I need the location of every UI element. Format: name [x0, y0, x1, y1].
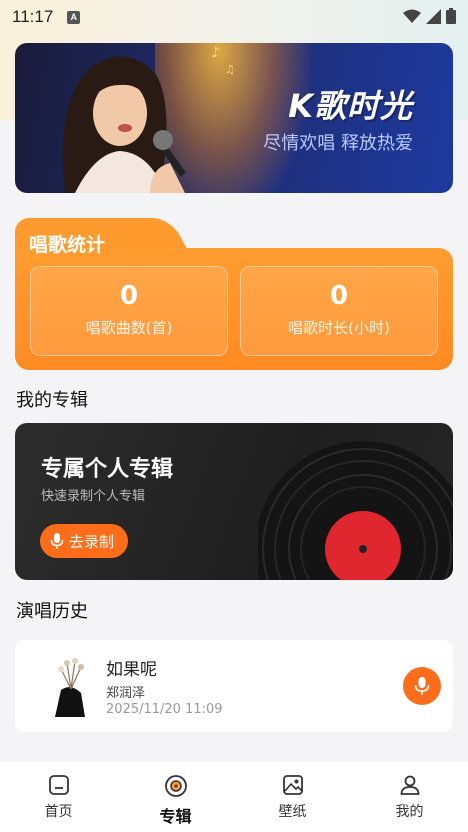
album-card-title: 专属个人专辑 [41, 457, 174, 482]
status-bar: 11:17 A [0, 0, 468, 34]
song-cover [41, 655, 103, 717]
hero-banner[interactable]: ♪ ♫ K歌时光 尽情欢唱 释放热爱 [15, 43, 453, 193]
status-indicators [403, 8, 456, 24]
my-album-heading: 我的专辑 [16, 390, 88, 411]
sing-again-button[interactable] [403, 667, 441, 705]
stat-label: 唱歌曲数(首) [85, 319, 173, 337]
song-artist: 郑润泽 [106, 686, 146, 701]
history-heading: 演唱历史 [16, 601, 88, 622]
stat-song-count: 0 唱歌曲数(首) [30, 266, 228, 356]
nav-album-label: 专辑 [159, 807, 192, 826]
stats-body: 0 唱歌曲数(首) 0 唱歌时长(小时) [15, 248, 453, 370]
stat-label: 唱歌时长(小时) [288, 319, 390, 337]
nav-wallpaper-label: 壁纸 [278, 804, 307, 820]
singer-illustration: ♪ ♫ [62, 45, 235, 193]
nav-profile-label: 我的 [395, 804, 424, 820]
bottom-navigation: 首页 专辑 壁纸 我的 [0, 762, 468, 832]
nav-wallpaper[interactable]: 壁纸 [234, 762, 351, 832]
go-record-button[interactable]: 去录制 [40, 524, 129, 558]
album-icon [164, 775, 187, 797]
battery-icon [446, 8, 456, 24]
nav-album[interactable]: 专辑 [117, 762, 234, 832]
song-sung-time: 2025/11/20 11:09 [106, 702, 223, 717]
wallpaper-icon [282, 775, 303, 795]
home-icon [48, 775, 69, 795]
vinyl-record-icon [258, 441, 453, 580]
nav-profile[interactable]: 我的 [351, 762, 468, 832]
banner-subtitle: 尽情欢唱 释放热爱 [263, 133, 413, 154]
nav-home-label: 首页 [44, 804, 73, 820]
stat-singing-duration: 0 唱歌时长(小时) [240, 266, 438, 356]
microphone-icon [50, 533, 64, 549]
song-cover-art [41, 655, 103, 717]
stats-title: 唱歌统计 [29, 234, 106, 256]
stat-value: 0 [119, 281, 139, 311]
signal-icon [426, 8, 441, 24]
singing-stats-card: 0 唱歌曲数(首) 0 唱歌时长(小时) 唱歌统计 [15, 218, 453, 370]
profile-icon [400, 775, 419, 795]
song-title: 如果呢 [106, 660, 157, 680]
history-list-item[interactable]: 如果呢 郑润泽 2025/11/20 11:09 [15, 640, 453, 732]
status-time: 11:17 [12, 7, 54, 26]
personal-album-card[interactable]: 专属个人专辑 快速录制个人专辑 去录制 [15, 423, 453, 580]
svg-text:♪: ♪ [211, 45, 220, 61]
wifi-icon [403, 9, 421, 23]
go-record-label: 去录制 [69, 532, 115, 551]
svg-text:♫: ♫ [225, 63, 235, 76]
notification-icon: A [67, 10, 81, 24]
banner-title: K歌时光 [288, 87, 413, 125]
album-card-subtitle: 快速录制个人专辑 [41, 489, 146, 504]
microphone-icon [414, 677, 430, 695]
nav-home[interactable]: 首页 [0, 762, 117, 832]
stat-value: 0 [329, 281, 349, 311]
